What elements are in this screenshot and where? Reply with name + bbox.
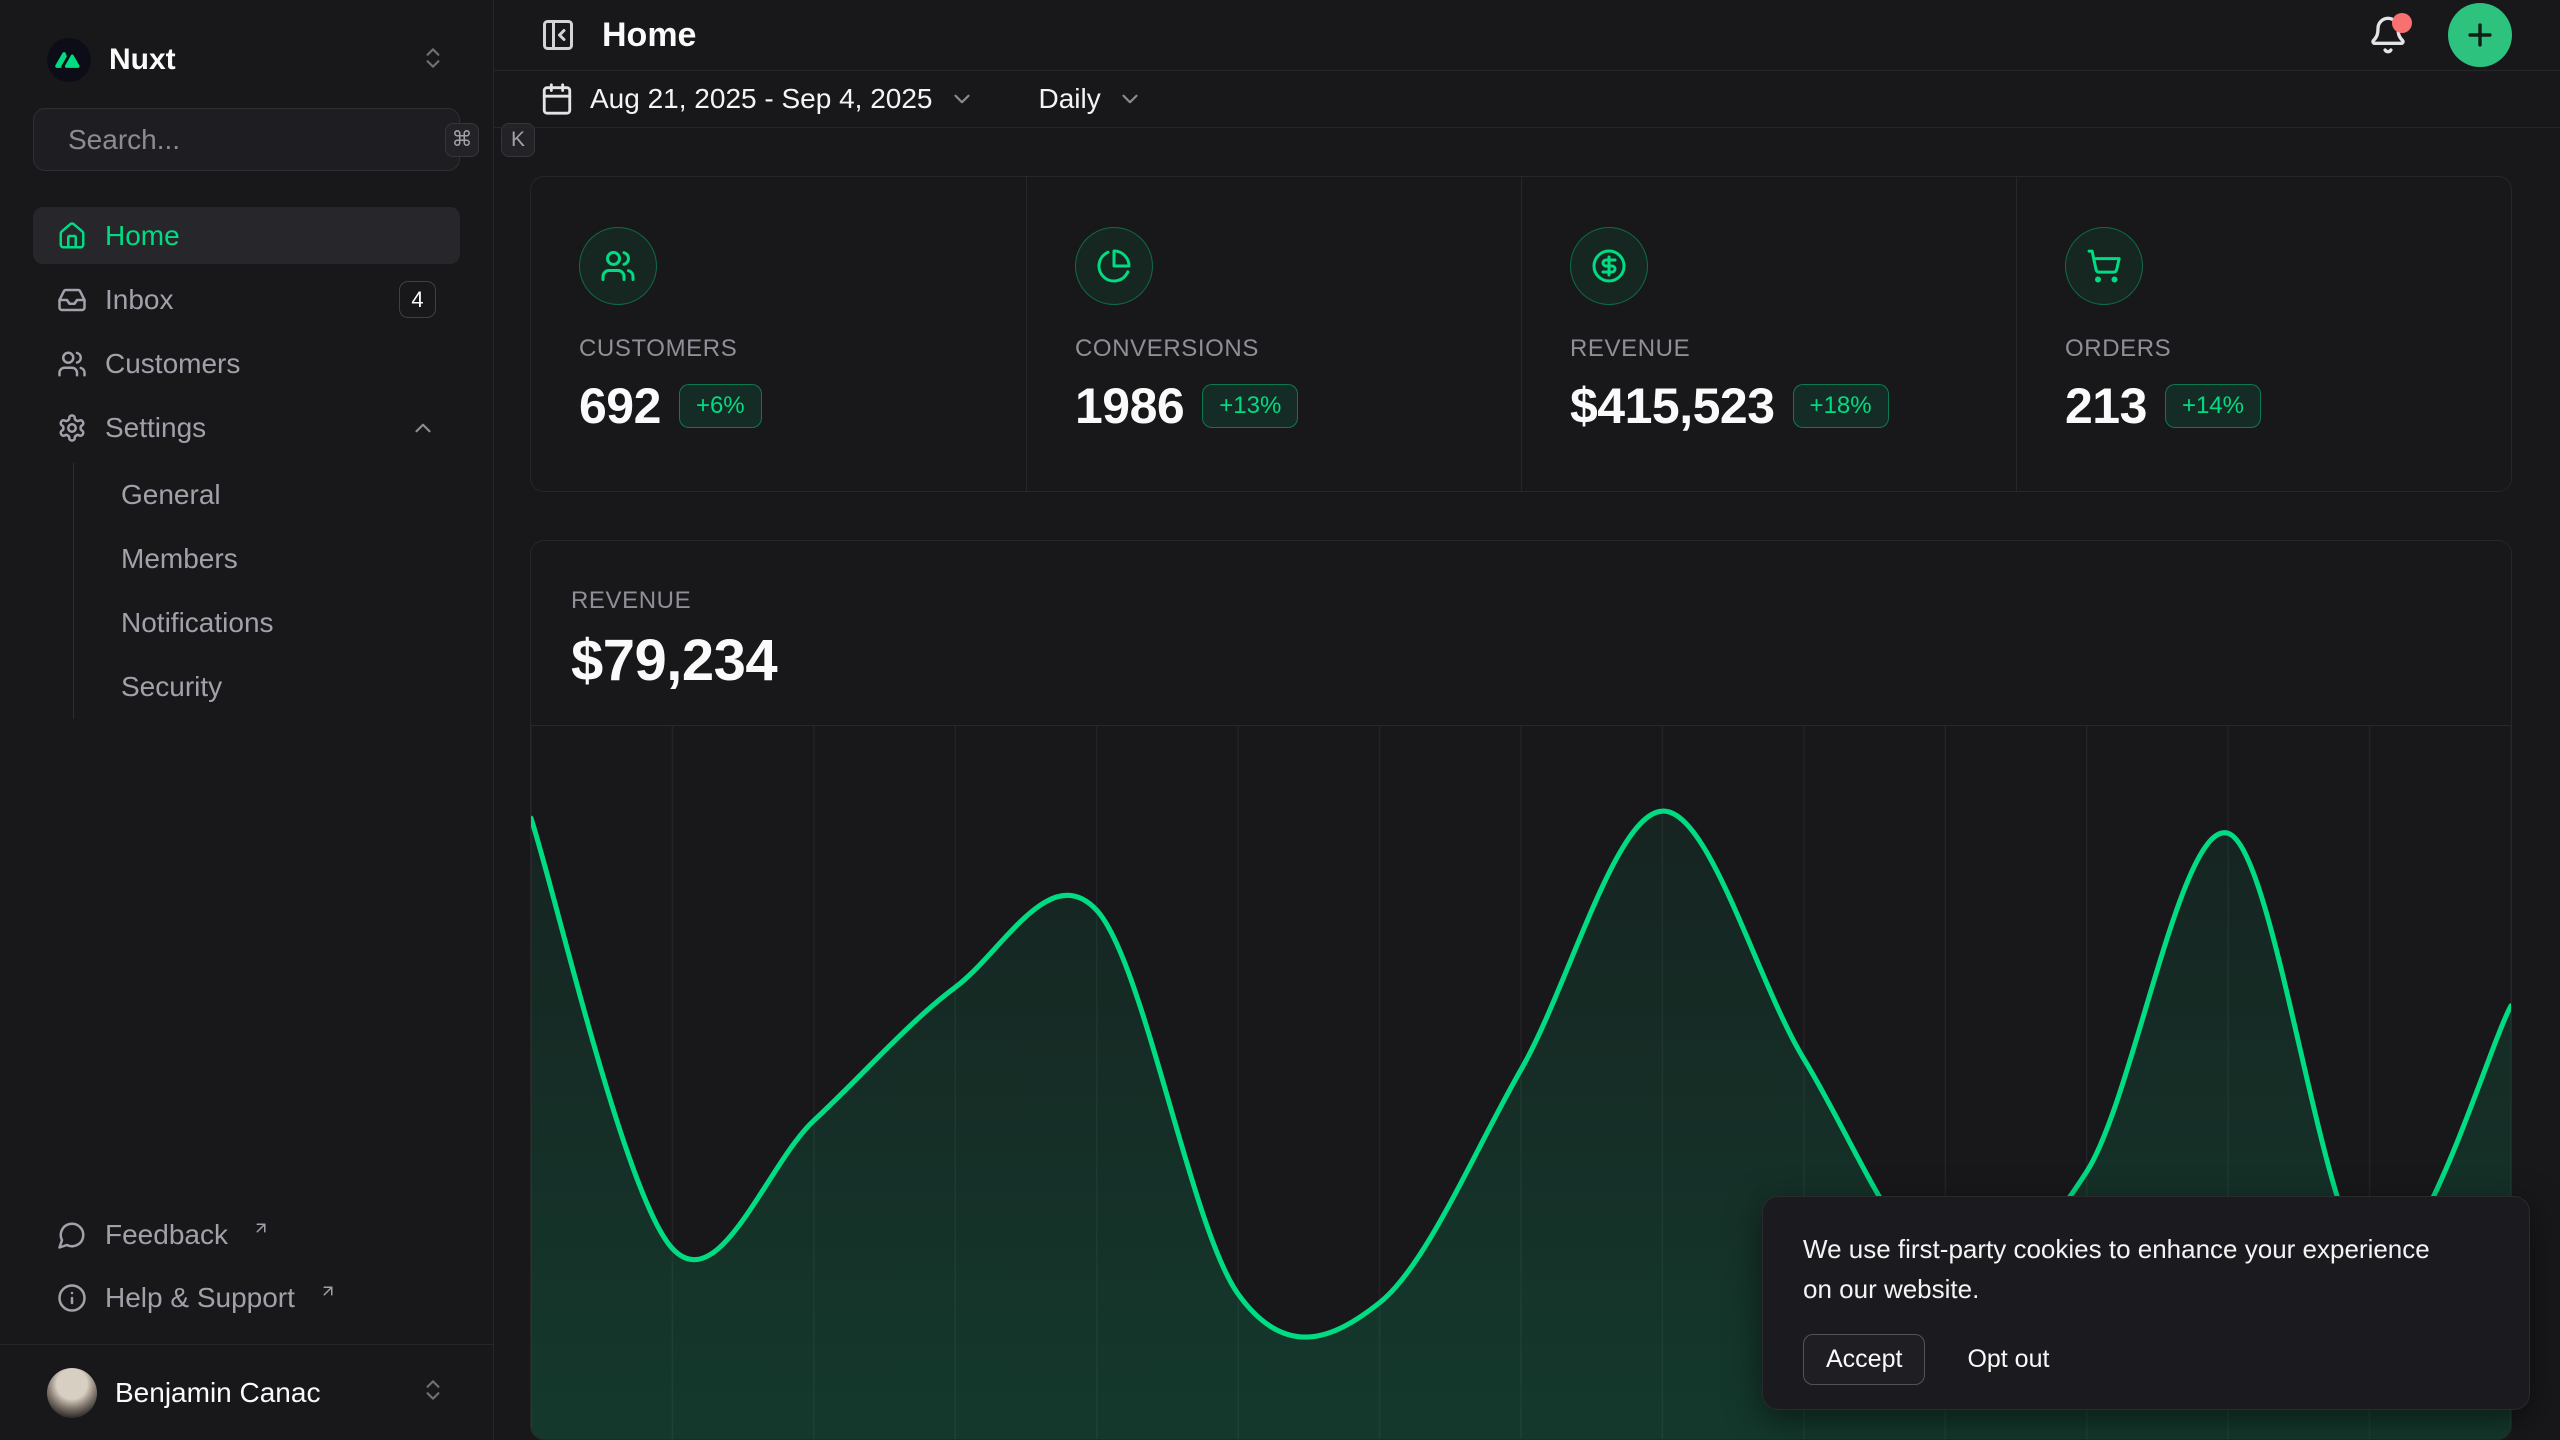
chat-bubble-icon (57, 1220, 87, 1250)
stat-card-customers[interactable]: CUSTOMERS 692 +6% (531, 177, 1026, 491)
sidebar-item-home[interactable]: Home (33, 207, 460, 264)
stat-card-conversions[interactable]: CONVERSIONS 1986 +13% (1026, 177, 1521, 491)
sidebar-item-help-support[interactable]: Help & Support (33, 1269, 460, 1326)
sidebar-item-inbox[interactable]: Inbox 4 (33, 271, 460, 328)
date-range-label: Aug 21, 2025 - Sep 4, 2025 (590, 83, 933, 115)
avatar (47, 1368, 97, 1418)
sidebar-subitem-security[interactable]: Security (105, 659, 460, 715)
add-button[interactable] (2448, 3, 2512, 67)
collapse-sidebar-button[interactable] (540, 17, 576, 53)
filters-toolbar: Aug 21, 2025 - Sep 4, 2025 Daily (494, 71, 2560, 128)
inbox-icon (57, 285, 87, 315)
info-circle-icon (57, 1283, 87, 1313)
chevron-down-icon (949, 86, 975, 112)
revenue-label: REVENUE (571, 587, 2471, 615)
sidebar-subitem-members[interactable]: Members (105, 531, 460, 587)
sidebar-item-feedback[interactable]: Feedback (33, 1206, 460, 1263)
stat-value: $415,523 (1570, 377, 1775, 435)
revenue-value: $79,234 (571, 627, 2471, 694)
header-actions (2368, 3, 2512, 67)
pie-chart-icon (1075, 227, 1153, 305)
stat-value: 213 (2065, 377, 2147, 435)
sidebar-item-label: Home (105, 220, 436, 252)
notification-dot (2392, 13, 2412, 33)
settings-sub-list: General Members Notifications Security (73, 463, 460, 719)
optout-cookies-button[interactable]: Opt out (1963, 1335, 2053, 1384)
stat-value: 692 (579, 377, 661, 435)
stat-value: 1986 (1075, 377, 1184, 435)
chevron-up-icon (410, 415, 436, 441)
search-input[interactable] (68, 124, 429, 156)
sidebar-item-label: Customers (105, 348, 436, 380)
home-icon (57, 221, 87, 251)
interval-select[interactable]: Daily (1029, 75, 1153, 123)
sidebar-spacer (33, 719, 460, 1206)
sidebar-footer: Feedback Help & Support (33, 1206, 460, 1344)
interval-label: Daily (1039, 83, 1101, 115)
sidebar-subitem-general[interactable]: General (105, 467, 460, 523)
accept-cookies-button[interactable]: Accept (1803, 1334, 1925, 1385)
users-icon (579, 227, 657, 305)
sidebar-item-label: Inbox (105, 284, 381, 316)
stat-card-orders[interactable]: ORDERS 213 +14% (2016, 177, 2511, 491)
sidebar-subitem-notifications[interactable]: Notifications (105, 595, 460, 651)
plus-icon (2463, 18, 2497, 52)
page-header: Home (494, 0, 2560, 71)
sidebar-item-label: Help & Support (105, 1282, 295, 1314)
sidebar-item-label: Settings (105, 412, 392, 444)
date-range-picker[interactable]: Aug 21, 2025 - Sep 4, 2025 (530, 74, 985, 124)
inbox-count-badge: 4 (399, 281, 436, 318)
search-bar[interactable]: ⌘ K (33, 108, 460, 171)
dollar-circle-icon (1570, 227, 1648, 305)
page-title: Home (602, 16, 2342, 55)
user-name: Benjamin Canac (115, 1377, 402, 1409)
sidebar: Nuxt ⌘ K Home Inbox 4 Customers (0, 0, 494, 1440)
stat-delta-badge: +18% (1793, 384, 1889, 428)
chevrons-up-down-icon (420, 45, 446, 76)
stat-label: REVENUE (1570, 335, 1968, 363)
workspace-switcher[interactable]: Nuxt (33, 28, 460, 92)
stat-label: CUSTOMERS (579, 335, 978, 363)
stat-delta-badge: +14% (2165, 384, 2261, 428)
external-link-icon (252, 1212, 270, 1244)
sidebar-user-section: Benjamin Canac (0, 1344, 493, 1440)
notifications-button[interactable] (2368, 15, 2408, 55)
sidebar-item-settings[interactable]: Settings (33, 399, 460, 456)
calendar-icon (540, 82, 574, 116)
cookie-consent-banner: We use first-party cookies to enhance yo… (1762, 1196, 2530, 1410)
sidebar-item-label: Feedback (105, 1219, 228, 1251)
sidebar-item-customers[interactable]: Customers (33, 335, 460, 392)
stat-delta-badge: +6% (679, 384, 762, 428)
users-icon (57, 349, 87, 379)
external-link-icon (319, 1275, 337, 1307)
stat-label: ORDERS (2065, 335, 2463, 363)
shopping-cart-icon (2065, 227, 2143, 305)
sidebar-nav: Home Inbox 4 Customers Settings General … (33, 207, 460, 719)
workspace-name: Nuxt (109, 43, 402, 77)
cookie-actions: Accept Opt out (1803, 1334, 2489, 1385)
stat-delta-badge: +13% (1202, 384, 1298, 428)
nuxt-logo-icon (47, 38, 91, 82)
cookie-message: We use first-party cookies to enhance yo… (1803, 1229, 2443, 1310)
revenue-chart-header: REVENUE $79,234 (531, 541, 2511, 725)
gear-icon (57, 413, 87, 443)
kbd-cmd: ⌘ (445, 123, 479, 157)
stats-grid: CUSTOMERS 692 +6% CONVERSIONS 1986 +13% (530, 176, 2512, 492)
stat-label: CONVERSIONS (1075, 335, 1473, 363)
panel-left-close-icon (540, 17, 576, 53)
user-menu-button[interactable]: Benjamin Canac (33, 1357, 460, 1429)
chevrons-up-down-icon (420, 1377, 446, 1408)
chevron-down-icon (1117, 86, 1143, 112)
stat-card-revenue[interactable]: REVENUE $415,523 +18% (1521, 177, 2016, 491)
